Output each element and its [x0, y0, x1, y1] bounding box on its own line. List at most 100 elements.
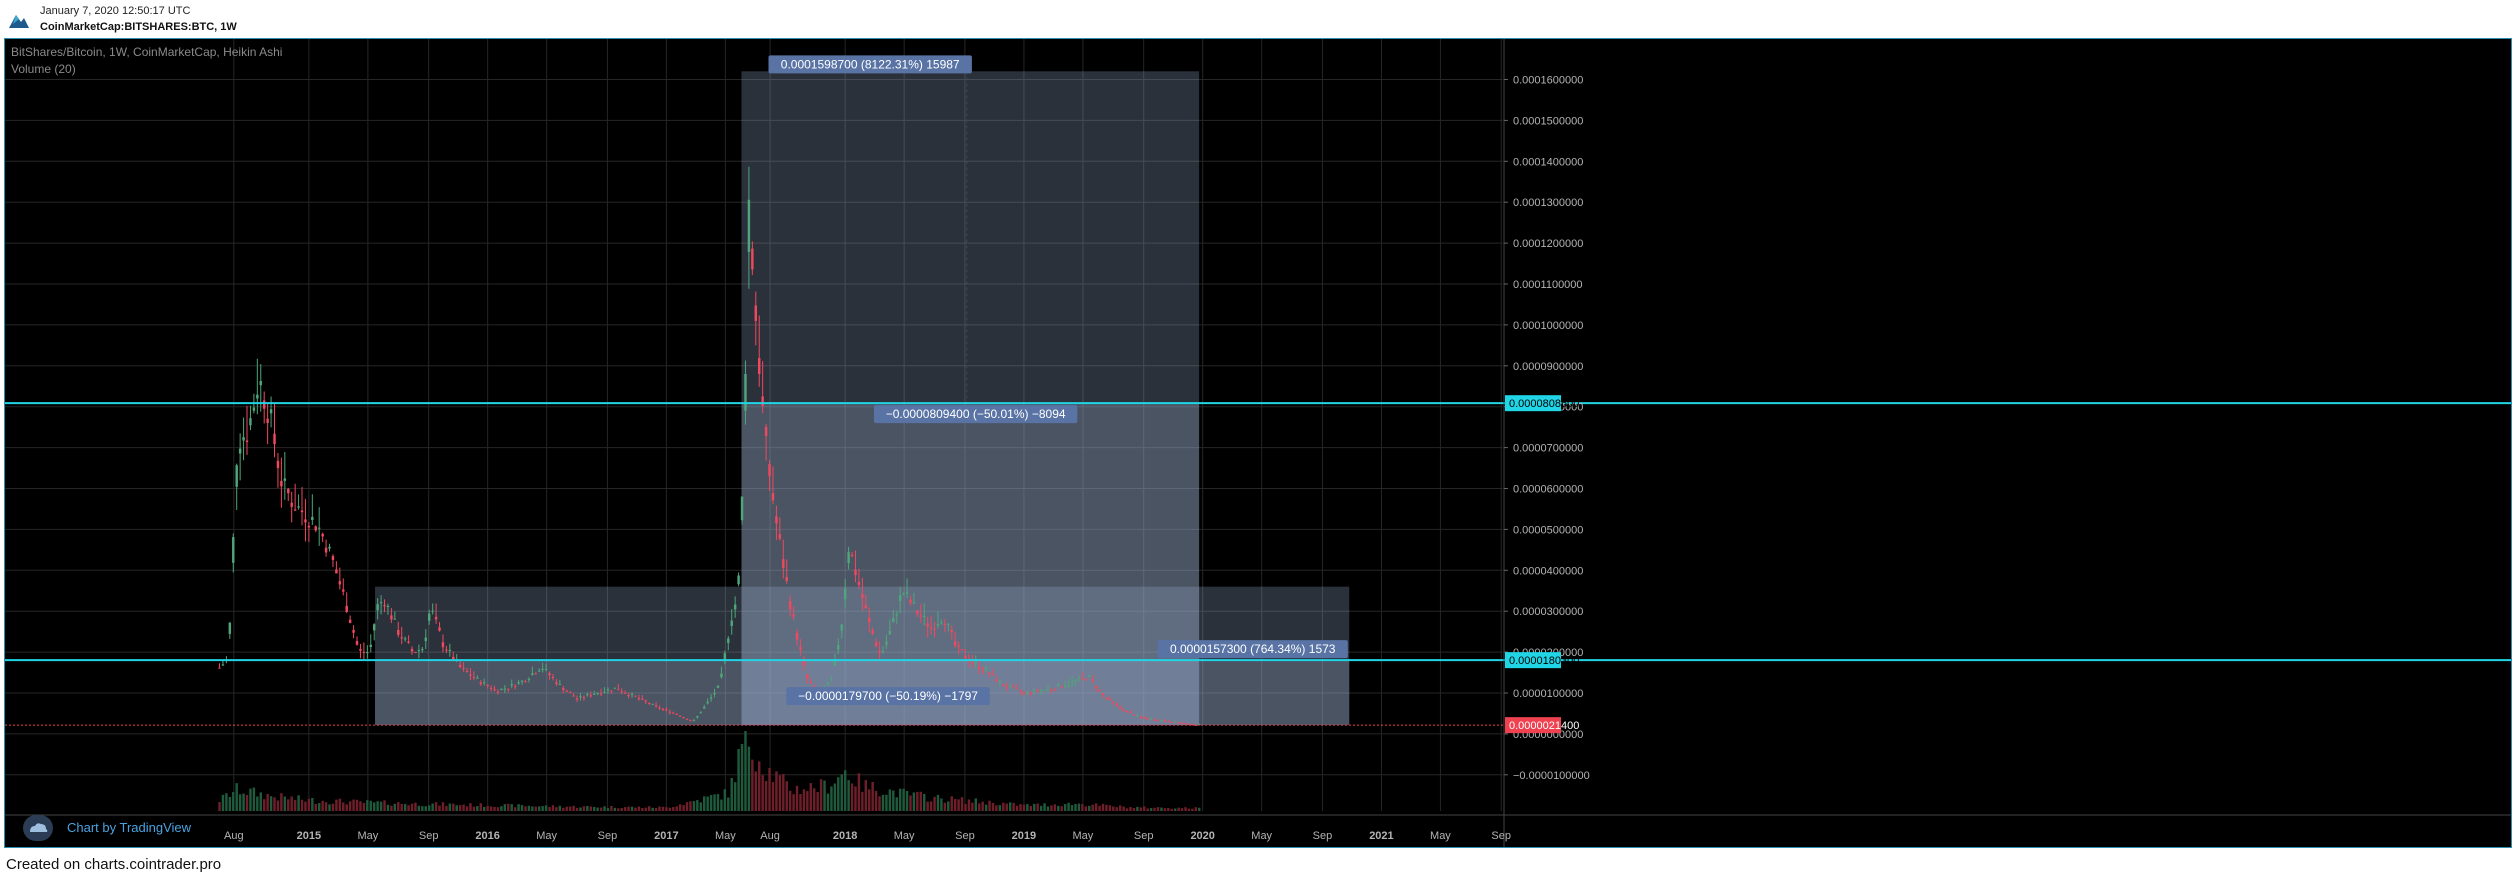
candle [648, 703, 651, 705]
volume-bar [665, 807, 668, 811]
candle [864, 605, 868, 609]
candle [778, 534, 782, 539]
candle [476, 677, 479, 679]
chart-pane[interactable]: 0.0001598700 (8122.31%) 15987 −0.00008094… [4, 38, 2512, 848]
volume-bar [823, 780, 826, 811]
candle [943, 623, 947, 625]
candle [634, 695, 637, 697]
candle [672, 712, 675, 714]
candle [782, 559, 785, 568]
volume-bar [953, 799, 957, 811]
volume-bar [414, 802, 417, 811]
volume-bar [950, 796, 953, 811]
candle [232, 537, 235, 563]
candle [861, 594, 864, 598]
candle [1122, 710, 1125, 712]
volume-bar [788, 790, 792, 811]
volume-bar [716, 794, 720, 811]
volume-bar [919, 791, 923, 811]
volume-bar [1074, 804, 1077, 811]
candle [259, 381, 262, 386]
volume-bar [813, 788, 816, 811]
volume-bar [720, 799, 723, 811]
volume-legend: Volume (20) [11, 62, 76, 76]
volume-bar [307, 798, 311, 811]
candle [1002, 684, 1005, 687]
volume-bar [995, 805, 998, 811]
candle [768, 464, 771, 477]
candle [1170, 721, 1173, 723]
tradingview-link[interactable]: Chart by TradingView [67, 820, 191, 835]
volume-bar [819, 779, 823, 811]
volume-bar [386, 804, 390, 811]
candle [617, 689, 620, 691]
volume-bar [933, 796, 936, 811]
candle [888, 630, 892, 635]
y-tick-label: 0.0001300000 [1513, 197, 1583, 209]
candle [692, 720, 696, 722]
volume-bar [620, 808, 623, 811]
candle [874, 642, 878, 646]
volume-bar [1002, 802, 1005, 811]
volume-bar [617, 808, 620, 811]
volume-bar [898, 788, 902, 811]
candle [434, 616, 438, 620]
candle [1015, 688, 1019, 690]
volume-bar [761, 775, 764, 811]
volume-bar [500, 806, 503, 811]
candle [988, 672, 991, 675]
candle [658, 707, 661, 709]
volume-bar [751, 759, 754, 811]
candle [304, 519, 307, 523]
candle [1026, 691, 1029, 693]
volume-bar [661, 806, 665, 811]
volume-bar [287, 799, 290, 811]
candle [441, 642, 445, 648]
candle [1118, 707, 1122, 709]
volume-bar [713, 794, 716, 811]
volume-bar [1053, 804, 1057, 811]
candle [283, 478, 287, 481]
volume-bar [1043, 803, 1046, 811]
x-tick-label: Aug [224, 830, 244, 842]
price-chart-svg[interactable]: 0.0001598700 (8122.31%) 15987 −0.00008094… [5, 39, 2511, 847]
volume-bar [861, 791, 864, 811]
volume-bar [517, 804, 520, 811]
candle [369, 644, 372, 647]
candle [379, 602, 383, 604]
volume-bar [479, 803, 482, 811]
volume-bar [469, 803, 472, 811]
volume-bar [902, 788, 905, 811]
volume-bar [596, 807, 599, 811]
candle [531, 673, 534, 676]
volume-bar [269, 796, 273, 811]
candle [317, 527, 321, 529]
y-tick-label: 0.0000700000 [1513, 443, 1583, 455]
candle [1094, 686, 1098, 689]
candle [1050, 689, 1053, 691]
volume-bar [613, 807, 617, 811]
candle [1039, 690, 1043, 692]
volume-bar [1063, 804, 1067, 811]
candle [321, 533, 324, 537]
candle [562, 688, 565, 690]
candle [293, 509, 297, 511]
candle [799, 646, 802, 650]
candle [500, 688, 503, 690]
candle [998, 680, 1002, 682]
volume-bar [544, 805, 548, 811]
volume-bar [355, 799, 359, 811]
volume-bar [352, 799, 355, 811]
volume-bar [634, 807, 637, 811]
candle [1067, 684, 1070, 686]
candle [544, 668, 548, 670]
candle [682, 717, 685, 719]
volume-bar [936, 794, 940, 811]
volume-bar [507, 803, 510, 811]
candle [668, 711, 672, 713]
candle [651, 703, 654, 705]
volume-bar [778, 775, 782, 811]
candle [359, 648, 362, 651]
y-tick-label: 0.0000400000 [1513, 565, 1583, 577]
volume-bar [431, 803, 434, 811]
